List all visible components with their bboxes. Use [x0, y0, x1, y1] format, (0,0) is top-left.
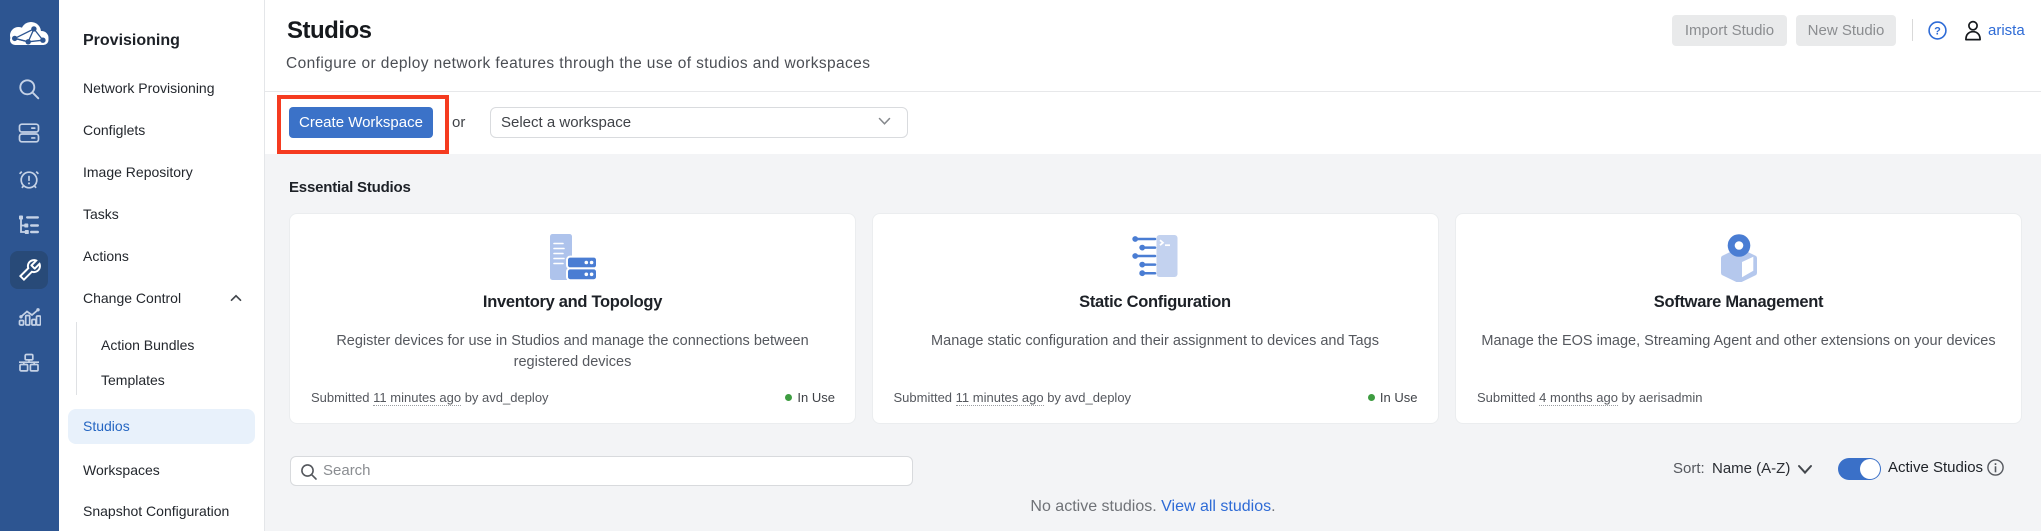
svg-text:?: ? [1934, 25, 1941, 37]
